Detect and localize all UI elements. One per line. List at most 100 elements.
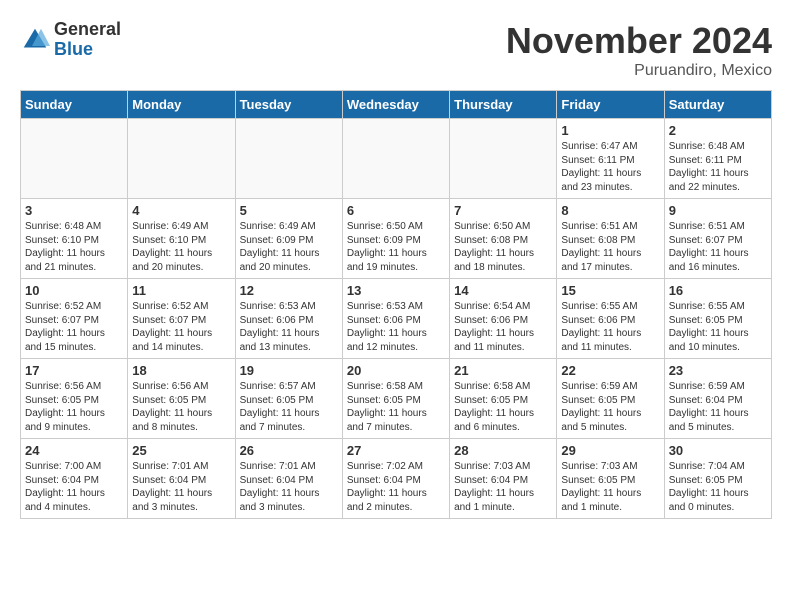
day-cell: 5 Sunrise: 6:49 AM Sunset: 6:09 PM Daylig… [235, 199, 342, 279]
day-cell: 25Sunrise: 7:01 AM Sunset: 6:04 PM Dayli… [128, 439, 235, 519]
day-number: 17 [25, 363, 123, 378]
calendar-header: SundayMondayTuesdayWednesdayThursdayFrid… [21, 91, 772, 119]
day-number: 28 [454, 443, 552, 458]
day-number: 22 [561, 363, 659, 378]
day-cell: 29 Sunrise: 7:03 AM Sunset: 6:05 PM Dayli… [557, 439, 664, 519]
day-number: 16 [669, 283, 767, 298]
day-info: Sunrise: 6:53 AM Sunset: 6:06 PM Dayligh… [240, 300, 338, 354]
day-info: Sunrise: 6:58 AM Sunset: 6:05 PM Dayligh… [454, 380, 552, 434]
calendar-body: 1 Sunrise: 6:47 AM Sunset: 6:11 PM Daylig… [21, 119, 772, 519]
title-block: November 2024 Puruandiro, Mexico [506, 20, 772, 80]
header-day-sunday: Sunday [21, 91, 128, 119]
day-number: 10 [25, 283, 123, 298]
day-info: Sunrise: 6:48 AM Sunset: 6:11 PM Dayligh… [669, 140, 767, 194]
day-info: Sunrise: 6:50 AM Sunset: 6:09 PM Dayligh… [347, 220, 445, 274]
header-row: SundayMondayTuesdayWednesdayThursdayFrid… [21, 91, 772, 119]
day-number: 21 [454, 363, 552, 378]
day-number: 7 [454, 203, 552, 218]
day-number: 8 [561, 203, 659, 218]
day-number: 2 [669, 123, 767, 138]
header-day-wednesday: Wednesday [342, 91, 449, 119]
day-cell: 30 Sunrise: 7:04 AM Sunset: 6:05 PM Dayli… [664, 439, 771, 519]
day-info: Sunrise: 6:52 AM Sunset: 6:07 PM Dayligh… [132, 300, 230, 354]
day-cell: 8 Sunrise: 6:51 AM Sunset: 6:08 PM Daylig… [557, 199, 664, 279]
day-cell: 28Sunrise: 7:03 AM Sunset: 6:04 PM Dayli… [450, 439, 557, 519]
day-cell: 12 Sunrise: 6:53 AM Sunset: 6:06 PM Dayli… [235, 279, 342, 359]
day-number: 4 [132, 203, 230, 218]
day-number: 12 [240, 283, 338, 298]
day-info: Sunrise: 6:55 AM Sunset: 6:05 PM Dayligh… [669, 300, 767, 354]
day-info: Sunrise: 7:02 AM Sunset: 6:04 PM Dayligh… [347, 460, 445, 514]
day-number: 9 [669, 203, 767, 218]
day-info: Sunrise: 7:04 AM Sunset: 6:05 PM Dayligh… [669, 460, 767, 514]
day-cell: 17 Sunrise: 6:56 AM Sunset: 6:05 PM Dayli… [21, 359, 128, 439]
day-info: Sunrise: 6:57 AM Sunset: 6:05 PM Dayligh… [240, 380, 338, 434]
day-cell: 20Sunrise: 6:58 AM Sunset: 6:05 PM Dayli… [342, 359, 449, 439]
day-number: 5 [240, 203, 338, 218]
day-number: 19 [240, 363, 338, 378]
day-number: 6 [347, 203, 445, 218]
day-number: 1 [561, 123, 659, 138]
day-info: Sunrise: 6:56 AM Sunset: 6:05 PM Dayligh… [132, 380, 230, 434]
day-cell: 18 Sunrise: 6:56 AM Sunset: 6:05 PM Dayli… [128, 359, 235, 439]
day-number: 30 [669, 443, 767, 458]
day-cell: 7Sunrise: 6:50 AM Sunset: 6:08 PM Daylig… [450, 199, 557, 279]
day-cell [342, 119, 449, 199]
day-info: Sunrise: 6:58 AM Sunset: 6:05 PM Dayligh… [347, 380, 445, 434]
day-number: 15 [561, 283, 659, 298]
day-info: Sunrise: 6:47 AM Sunset: 6:11 PM Dayligh… [561, 140, 659, 194]
day-cell: 4Sunrise: 6:49 AM Sunset: 6:10 PM Daylig… [128, 199, 235, 279]
day-info: Sunrise: 7:00 AM Sunset: 6:04 PM Dayligh… [25, 460, 123, 514]
week-row-5: 24 Sunrise: 7:00 AM Sunset: 6:04 PM Dayli… [21, 439, 772, 519]
day-info: Sunrise: 7:03 AM Sunset: 6:05 PM Dayligh… [561, 460, 659, 514]
header-day-tuesday: Tuesday [235, 91, 342, 119]
day-info: Sunrise: 6:54 AM Sunset: 6:06 PM Dayligh… [454, 300, 552, 354]
day-info: Sunrise: 6:55 AM Sunset: 6:06 PM Dayligh… [561, 300, 659, 354]
day-info: Sunrise: 6:56 AM Sunset: 6:05 PM Dayligh… [25, 380, 123, 434]
day-info: Sunrise: 6:53 AM Sunset: 6:06 PM Dayligh… [347, 300, 445, 354]
day-info: Sunrise: 7:01 AM Sunset: 6:04 PM Dayligh… [132, 460, 230, 514]
page-header: General Blue November 2024 Puruandiro, M… [20, 20, 772, 80]
day-number: 23 [669, 363, 767, 378]
day-info: Sunrise: 6:51 AM Sunset: 6:08 PM Dayligh… [561, 220, 659, 274]
day-cell: 6 Sunrise: 6:50 AM Sunset: 6:09 PM Daylig… [342, 199, 449, 279]
day-cell: 23Sunrise: 6:59 AM Sunset: 6:04 PM Dayli… [664, 359, 771, 439]
calendar-table: SundayMondayTuesdayWednesdayThursdayFrid… [20, 90, 772, 519]
day-cell: 27 Sunrise: 7:02 AM Sunset: 6:04 PM Dayli… [342, 439, 449, 519]
logo-icon [20, 25, 50, 55]
day-cell: 26Sunrise: 7:01 AM Sunset: 6:04 PM Dayli… [235, 439, 342, 519]
day-number: 29 [561, 443, 659, 458]
week-row-3: 10 Sunrise: 6:52 AM Sunset: 6:07 PM Dayli… [21, 279, 772, 359]
day-info: Sunrise: 6:51 AM Sunset: 6:07 PM Dayligh… [669, 220, 767, 274]
day-info: Sunrise: 6:52 AM Sunset: 6:07 PM Dayligh… [25, 300, 123, 354]
day-number: 11 [132, 283, 230, 298]
day-cell: 14 Sunrise: 6:54 AM Sunset: 6:06 PM Dayli… [450, 279, 557, 359]
header-day-monday: Monday [128, 91, 235, 119]
day-info: Sunrise: 6:49 AM Sunset: 6:09 PM Dayligh… [240, 220, 338, 274]
day-cell: 19 Sunrise: 6:57 AM Sunset: 6:05 PM Dayli… [235, 359, 342, 439]
day-number: 27 [347, 443, 445, 458]
day-cell [450, 119, 557, 199]
day-number: 24 [25, 443, 123, 458]
day-number: 13 [347, 283, 445, 298]
logo: General Blue [20, 20, 121, 60]
day-cell: 2 Sunrise: 6:48 AM Sunset: 6:11 PM Daylig… [664, 119, 771, 199]
day-number: 14 [454, 283, 552, 298]
logo-general-text: General [54, 20, 121, 40]
day-cell [235, 119, 342, 199]
day-cell: 1 Sunrise: 6:47 AM Sunset: 6:11 PM Daylig… [557, 119, 664, 199]
week-row-4: 17 Sunrise: 6:56 AM Sunset: 6:05 PM Dayli… [21, 359, 772, 439]
day-number: 3 [25, 203, 123, 218]
day-cell: 22 Sunrise: 6:59 AM Sunset: 6:05 PM Dayli… [557, 359, 664, 439]
day-cell: 15 Sunrise: 6:55 AM Sunset: 6:06 PM Dayli… [557, 279, 664, 359]
header-day-friday: Friday [557, 91, 664, 119]
day-info: Sunrise: 6:59 AM Sunset: 6:05 PM Dayligh… [561, 380, 659, 434]
week-row-1: 1 Sunrise: 6:47 AM Sunset: 6:11 PM Daylig… [21, 119, 772, 199]
day-cell: 24 Sunrise: 7:00 AM Sunset: 6:04 PM Dayli… [21, 439, 128, 519]
day-info: Sunrise: 7:01 AM Sunset: 6:04 PM Dayligh… [240, 460, 338, 514]
day-cell: 9 Sunrise: 6:51 AM Sunset: 6:07 PM Daylig… [664, 199, 771, 279]
month-title: November 2024 [506, 20, 772, 62]
day-cell [128, 119, 235, 199]
day-number: 18 [132, 363, 230, 378]
day-cell: 13 Sunrise: 6:53 AM Sunset: 6:06 PM Dayli… [342, 279, 449, 359]
